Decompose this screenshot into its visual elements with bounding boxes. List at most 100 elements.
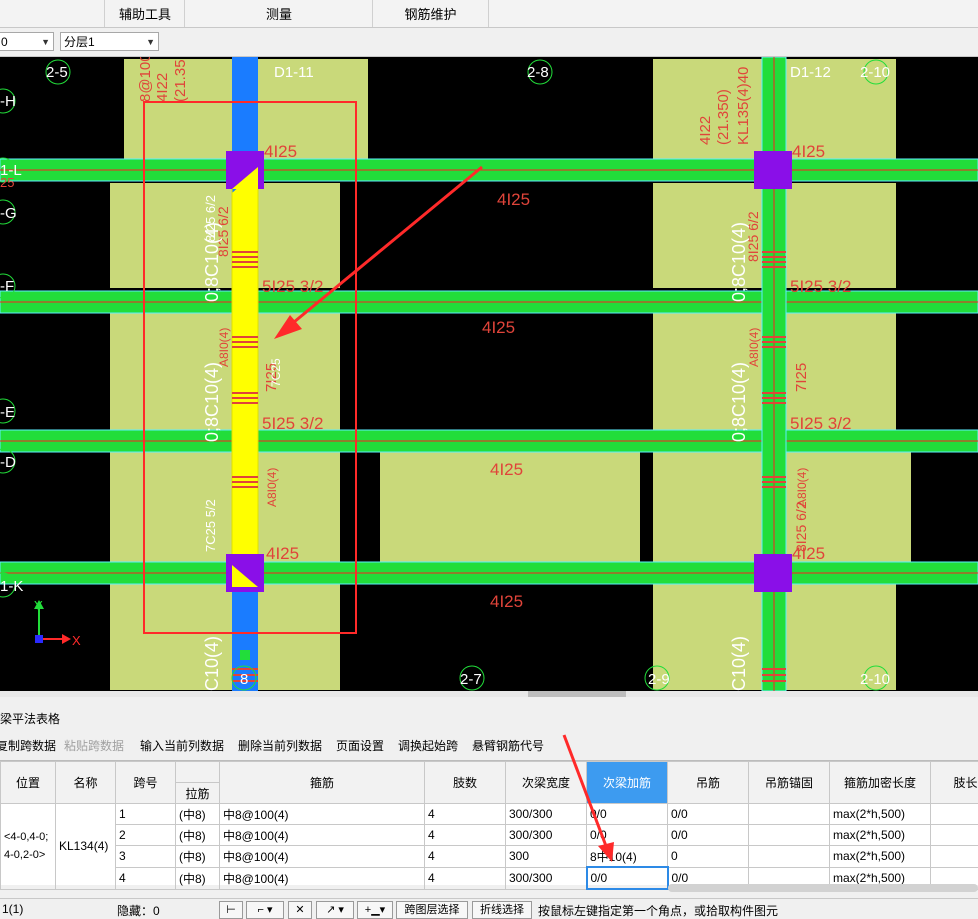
tie-cell[interactable]: (中8) [176,867,220,889]
drawing-canvas[interactable]: 2-5 2-8 2-10 2-7 2-9 2-10 8 -H 1-L -G -F… [0,57,978,691]
axis-label: 2-10 [860,64,890,81]
col-header-additional-rebar[interactable]: 次梁加筋 [587,762,668,804]
hanger-cell[interactable]: 0 [668,846,749,868]
rebar-label: 5I25 3/2 [790,414,851,433]
stirrup-cell[interactable]: 中8@100(4) [220,846,425,868]
layer-select[interactable]: 分层1▼ [60,32,159,51]
rebar-label: A8I0(4) [795,468,809,507]
legs-cell[interactable]: 4 [425,846,506,868]
input-column-data-button[interactable]: 输入当前列数据 [140,737,224,754]
panel-splitter[interactable] [0,691,978,697]
col-header-stirrup[interactable]: 箍筋 [220,762,425,804]
position-cell[interactable]: <4-0,4-0; 4-0,2-0> [1,804,56,890]
column [754,151,792,189]
rebar-label: 8@100 [137,57,154,102]
tie-cell[interactable]: (中8) [176,804,220,825]
stirrup-cell[interactable]: 中8@100(4) [220,804,425,825]
col-header-hanger[interactable]: 吊筋 [668,762,749,804]
tab-measure[interactable]: 测量 [184,0,373,27]
selected-beam-highlight [232,170,258,573]
cross-layer-select-button[interactable]: 跨图层选择 [396,901,468,919]
paste-span-data-button[interactable]: 粘贴跨数据 [64,737,124,754]
swap-start-span-button[interactable]: 调换起始跨 [398,737,458,754]
legs-cell[interactable]: 4 [425,825,506,846]
col-header-span[interactable]: 跨号 [116,762,176,804]
ortho-toggle-icon[interactable]: ⊢ [219,901,243,919]
stirrup-cell[interactable]: 中8@100(4) [220,825,425,846]
status-count: 1(1) [2,902,23,916]
stirrup-label: C10(4) [729,636,749,691]
splitter-handle[interactable] [528,691,626,697]
col-header-name[interactable]: 名称 [56,762,116,804]
hanger-cell[interactable]: 0/0 [668,825,749,846]
dense-length-cell[interactable]: max(2*h,500) [830,846,931,868]
col-header-secondary-width[interactable]: 次梁宽度 [506,762,587,804]
rebar-label: 4I25 [264,142,297,161]
column [754,554,792,592]
polyline-select-button[interactable]: 折线选择 [472,901,532,919]
col-header-dense-length[interactable]: 箍筋加密长度 [830,762,931,804]
tie-cell[interactable]: (中8) [176,846,220,868]
tab-auxiliary-tools[interactable]: 辅助工具 [104,0,185,27]
column-label: D1-11 [274,64,314,81]
beam-table: 位置 名称 跨号 箍筋 肢数 次梁宽度 次梁加筋 吊筋 吊筋锚固 箍筋加密长度 … [0,760,978,885]
tie-cell[interactable]: (中8) [176,825,220,846]
rebar-label: 7C25 5/2 [203,499,218,552]
width-cell[interactable]: 300/300 [506,825,587,846]
delete-column-data-button[interactable]: 删除当前列数据 [238,737,322,754]
anchor-cell[interactable] [749,846,830,868]
additional-rebar-cell[interactable]: 0/0 [587,804,668,825]
rebar-label: (21.35 [172,59,189,102]
col-header-leg-length[interactable]: 肢长 [931,762,978,804]
rebar-label: 7C25 [269,358,283,387]
floor-select-value: 0 [1,35,8,49]
span-cell[interactable]: 1 [116,804,176,825]
legs-cell[interactable]: 4 [425,867,506,889]
axis-label: -D [0,454,16,471]
hidden-count: 隐藏：0 [117,902,160,919]
col-header-hanger-anchor[interactable]: 吊筋锚固 [749,762,830,804]
floor-select[interactable]: 0▼ [0,32,54,51]
offset-snap-icon[interactable]: +▁▾ [357,901,393,919]
width-cell[interactable]: 300/300 [506,804,587,825]
span-cell[interactable]: 2 [116,825,176,846]
name-cell[interactable]: KL134(4) [56,804,116,890]
col-header-legs[interactable]: 肢数 [425,762,506,804]
rebar-label: 4I25 [792,142,825,161]
horizontal-scrollbar[interactable] [668,884,978,892]
page-setup-button[interactable]: 页面设置 [336,737,384,754]
axis-label: 2-9 [648,671,670,688]
span-cell[interactable]: 3 [116,846,176,868]
legs-cell[interactable]: 4 [425,804,506,825]
additional-rebar-cell-selected[interactable]: 0/0 [587,867,668,889]
hanger-cell[interactable]: 0/0 [668,804,749,825]
beam-grid: 位置 名称 跨号 箍筋 肢数 次梁宽度 次梁加筋 吊筋 吊筋锚固 箍筋加密长度 … [0,761,978,890]
leg-length-cell[interactable] [931,846,978,868]
additional-rebar-cell[interactable]: 8中10(4) [587,846,668,868]
span-cell[interactable]: 4 [116,867,176,889]
cross-select-icon[interactable]: ✕ [288,901,312,919]
copy-span-data-button[interactable]: 复制跨数据 [0,737,56,754]
snap-dropdown-icon[interactable]: ⌐ ▾ [246,901,284,919]
point-snap-icon[interactable]: ↗ ▾ [316,901,354,919]
dense-length-cell[interactable]: max(2*h,500) [830,804,931,825]
tab-rebar-maintenance[interactable]: 钢筋维护 [372,0,489,27]
col-header-position[interactable]: 位置 [1,762,56,804]
stirrup-cell[interactable]: 中8@100(4) [220,867,425,889]
anchor-cell[interactable] [749,804,830,825]
tab-label: 辅助工具 [119,7,171,22]
leg-length-cell[interactable] [931,825,978,846]
dense-length-cell[interactable]: max(2*h,500) [830,825,931,846]
width-cell[interactable]: 300/300 [506,867,587,889]
additional-rebar-cell[interactable]: 0/0 [587,825,668,846]
leg-length-cell[interactable] [931,804,978,825]
stirrup-label: 0;8C10(4) [729,222,749,302]
anchor-cell[interactable] [749,825,830,846]
col-header-tie[interactable]: 拉筋 [176,783,220,804]
width-cell[interactable]: 300 [506,846,587,868]
axis-label: 2-8 [527,64,549,81]
cantilever-code-button[interactable]: 悬臂钢筋代号 [472,737,544,754]
chevron-down-icon: ▼ [146,33,155,52]
axis-label: 2-10 [860,671,890,688]
rebar-label: 25 [0,175,14,190]
